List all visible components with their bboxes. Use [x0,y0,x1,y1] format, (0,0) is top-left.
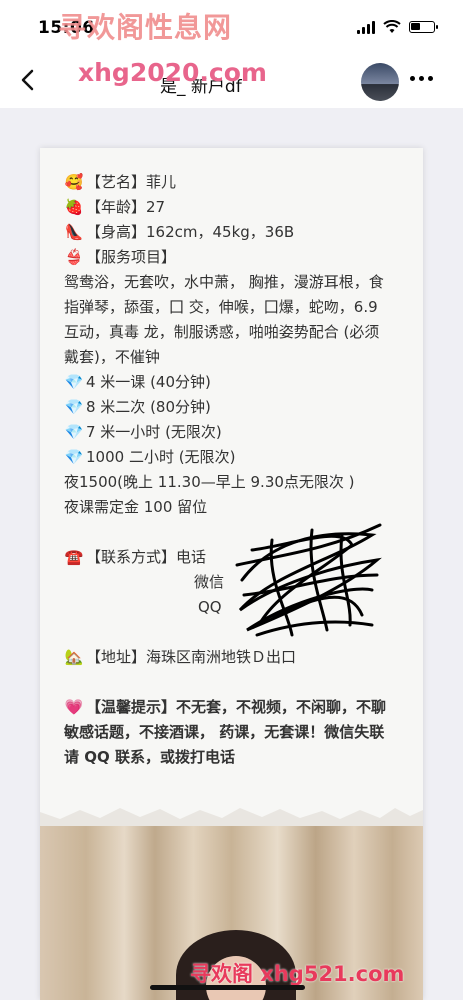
battery-level [411,23,420,30]
watermark-url: xhg2020.com [78,58,267,87]
price-line-3: 7 米一小时 (无限次) [86,423,222,441]
contact-heading: 【联系方式】电话 [86,548,207,566]
height-line: 【身高】162cm，45kg，36B [86,223,295,241]
strawberry-icon: 🍓 [64,198,84,216]
gem-icon: 💎 [64,373,84,391]
high-heel-icon: 👠 [64,223,84,241]
price-line-1: 4 米一课 (40分钟) [86,373,211,391]
redaction-scribble [235,523,382,637]
services-text: 鸳鸯浴，无套吹，水中萧， 胸推，漫游耳根，食指弹琴，舔蛋，囗 交，伸喉，囗爆，蛇… [64,273,384,366]
watermark-bottom: 寻欢阁 xhg521.com [190,962,405,986]
bikini-icon: 👙 [64,248,84,266]
sparkling-heart-icon: 💗 [64,698,84,716]
smiling-face-with-hearts-icon: 🥰 [64,173,84,191]
gem-icon: 💎 [64,448,84,466]
price-line-2: 8 米二次 (80分钟) [86,398,211,416]
tip-heading: 【温馨提示】 [86,698,177,716]
wifi-icon [383,20,401,33]
telephone-icon: ☎️ [64,548,84,566]
home-indicator[interactable] [150,985,305,990]
post-content: 🥰 【艺名】菲儿 🍓 【年龄】27 👠 【身高】162cm，45kg，36B 👙 【服务… [64,170,394,770]
back-arrow-icon[interactable] [14,66,42,94]
age-line: 【年龄】27 [86,198,166,216]
avatar[interactable] [361,63,399,101]
house-with-garden-icon: 🏡 [64,648,84,666]
status-icons [357,20,438,34]
watermark-top: 寻欢阁性息网 [58,11,233,44]
battery-icon [409,21,438,33]
address-line: 【地址】海珠区南洲地铁Ｄ出口 [86,648,297,666]
gem-icon: 💎 [64,423,84,441]
more-options-icon[interactable] [410,76,433,81]
torn-paper-edge [40,788,423,828]
price-line-4: 1000 二小时 (无限次) [86,448,236,466]
cellular-signal-icon [357,20,375,34]
gem-icon: 💎 [64,398,84,416]
night-price: 夜1500(晚上 11.30—早上 9.30点无限次 ) [64,473,355,491]
services-heading: 【服务项目】 [86,248,177,266]
deposit-note: 夜课需定金 100 留位 [64,498,208,516]
name-line: 【艺名】菲儿 [86,173,177,191]
